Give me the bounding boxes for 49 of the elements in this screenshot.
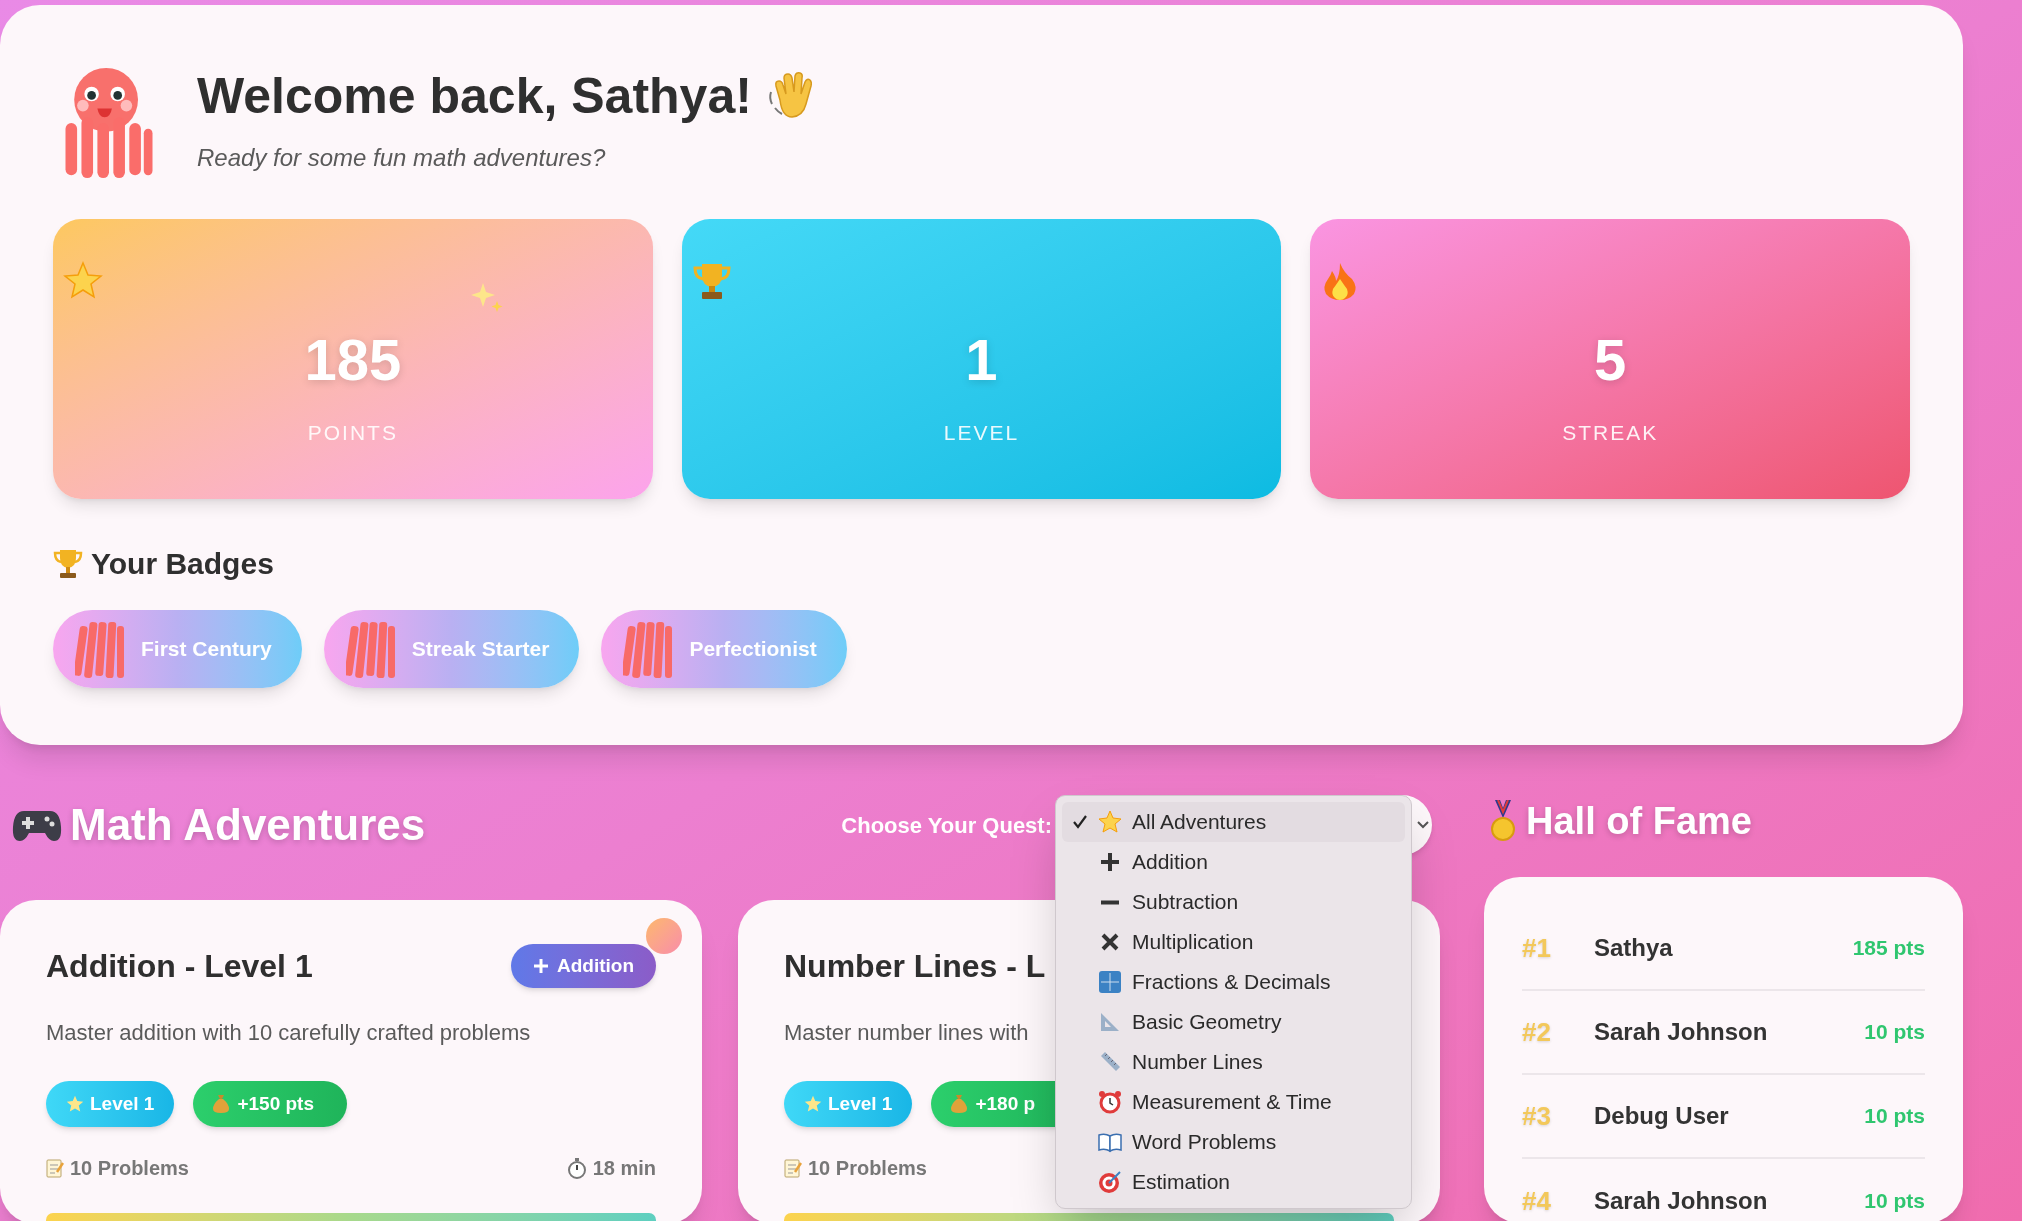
stat-value: 1: [965, 331, 998, 389]
points-label: +180 p: [975, 1091, 1036, 1116]
problem-count: 10 Problems: [70, 1156, 189, 1181]
menu-item[interactable]: Multiplication: [1062, 922, 1405, 962]
badges-heading: Your Badges: [91, 546, 274, 582]
player-name: Debug User: [1594, 1101, 1729, 1131]
menu-item[interactable]: Subtraction: [1062, 882, 1405, 922]
menu-item[interactable]: Basic Geometry: [1062, 1002, 1405, 1042]
section-heading: Hall of Fame: [1526, 798, 1752, 844]
stat-value: 5: [1594, 331, 1627, 389]
menu-item[interactable]: Measurement & Time: [1062, 1082, 1405, 1122]
card-description: Master number lines with: [784, 1019, 1029, 1047]
welcome-subtitle: Ready for some fun math adventures?: [197, 143, 607, 173]
player-points: 10 pts: [1864, 1019, 1925, 1046]
player-points: 185 pts: [1852, 935, 1925, 962]
stat-label: POINTS: [307, 420, 398, 446]
menu-item[interactable]: All Adventures: [1062, 802, 1405, 842]
player-name: Sarah Johnson: [1594, 1186, 1768, 1216]
badge-label: Streak Starter: [411, 636, 550, 663]
player-points: 10 pts: [1864, 1188, 1925, 1215]
stat-label: LEVEL: [943, 420, 1020, 446]
welcome-title: Welcome back, Sathya!: [197, 71, 752, 121]
rank: #4: [1522, 1184, 1552, 1218]
menu-item[interactable]: Number Lines: [1062, 1042, 1405, 1082]
stat-value: 185: [304, 331, 402, 389]
stat-label: STREAK: [1562, 420, 1659, 446]
category-label: Addition: [556, 953, 634, 978]
card-description: Master addition with 10 carefully crafted problems: [46, 1019, 531, 1047]
player-name: Sathya: [1594, 933, 1673, 963]
rank: #1: [1522, 931, 1552, 965]
badge-label: First Century: [141, 636, 272, 663]
duration: 18 min: [592, 1156, 656, 1181]
rank: #3: [1522, 1099, 1552, 1133]
player-points: 10 pts: [1864, 1103, 1925, 1130]
section-heading: Math Adventures: [70, 799, 426, 851]
problem-count: 10 Problems: [808, 1156, 927, 1181]
card-title: Number Lines - L: [784, 947, 1046, 986]
rank: #2: [1522, 1015, 1552, 1049]
menu-item[interactable]: Addition: [1062, 842, 1405, 882]
card-title: Addition - Level 1: [46, 947, 313, 986]
level-label: Level 1: [90, 1091, 155, 1116]
level-label: Level 1: [828, 1091, 893, 1116]
points-label: +150 pts: [237, 1091, 314, 1116]
menu-item[interactable]: Estimation: [1062, 1162, 1405, 1202]
filter-label: Choose Your Quest:: [841, 811, 1052, 840]
badge-label: Perfectionist: [689, 636, 817, 663]
menu-item[interactable]: Fractions & Decimals: [1062, 962, 1405, 1002]
menu-item[interactable]: Word Problems: [1062, 1122, 1405, 1162]
player-name: Sarah Johnson: [1594, 1017, 1768, 1047]
